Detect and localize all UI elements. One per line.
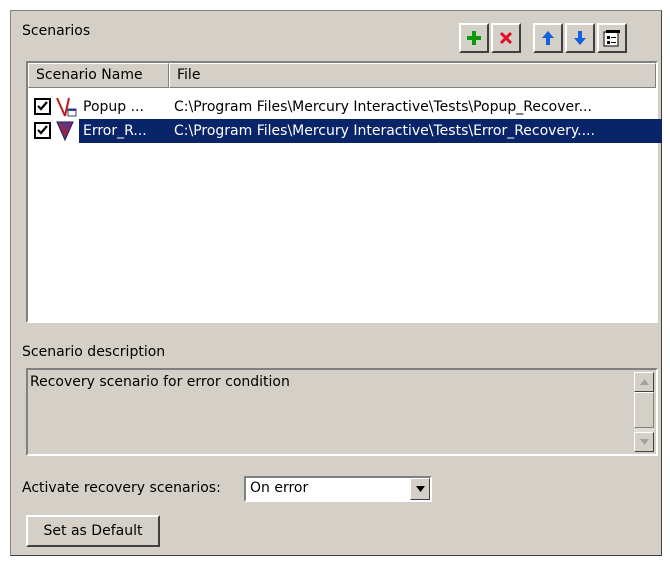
popup-scenario-icon [56,97,77,117]
scenarios-list[interactable]: Scenario Name File Popup ... C:\Program … [26,61,662,323]
add-scenario-button[interactable] [459,23,489,53]
description-scrollbar[interactable] [634,372,654,452]
activate-recovery-select[interactable]: On error [244,476,432,502]
scenario-row-popup[interactable]: Popup ... C:\Program Files\Mercury Inter… [28,95,656,119]
move-up-icon [542,31,554,45]
chevron-down-icon [415,486,425,492]
triangle-down-icon [639,439,649,445]
properties-button[interactable] [597,23,627,53]
scenario-description-text: Recovery scenario for error condition [30,374,290,390]
scenario-file: C:\Program Files\Mercury Interactive\Tes… [174,123,595,139]
scenario-checkbox[interactable] [34,98,51,115]
list-header: Scenario Name File [28,63,656,88]
delete-scenario-button[interactable] [491,23,521,53]
delete-icon [499,31,513,45]
scenario-description-label: Scenario description [22,344,166,360]
scroll-up-button[interactable] [634,372,654,392]
column-header-file[interactable]: File [169,63,656,88]
add-icon [467,31,481,45]
scroll-thumb[interactable] [634,392,654,428]
scenario-name: Popup ... [83,99,144,115]
scroll-down-button[interactable] [634,432,654,452]
scenario-checkbox[interactable] [34,122,51,139]
scenario-file: C:\Program Files\Mercury Interactive\Tes… [174,99,592,115]
dropdown-button[interactable] [410,478,430,500]
move-up-button[interactable] [533,23,563,53]
triangle-up-icon [639,379,649,385]
error-scenario-icon [56,121,74,142]
scenario-row-error[interactable]: Error_R... C:\Program Files\Mercury Inte… [28,119,662,143]
activate-recovery-label: Activate recovery scenarios: [22,480,221,496]
scenario-description-box[interactable]: Recovery scenario for error condition [26,368,658,456]
move-down-button[interactable] [565,23,595,53]
column-header-scenario-name[interactable]: Scenario Name [28,63,169,88]
activate-recovery-value: On error [250,480,309,496]
scenarios-title: Scenarios [22,23,91,39]
set-as-default-button[interactable]: Set as Default [26,515,160,547]
move-down-icon [574,31,586,45]
properties-icon [603,30,620,47]
check-icon [37,101,48,111]
scenario-name: Error_R... [83,123,147,139]
check-icon [37,125,48,135]
